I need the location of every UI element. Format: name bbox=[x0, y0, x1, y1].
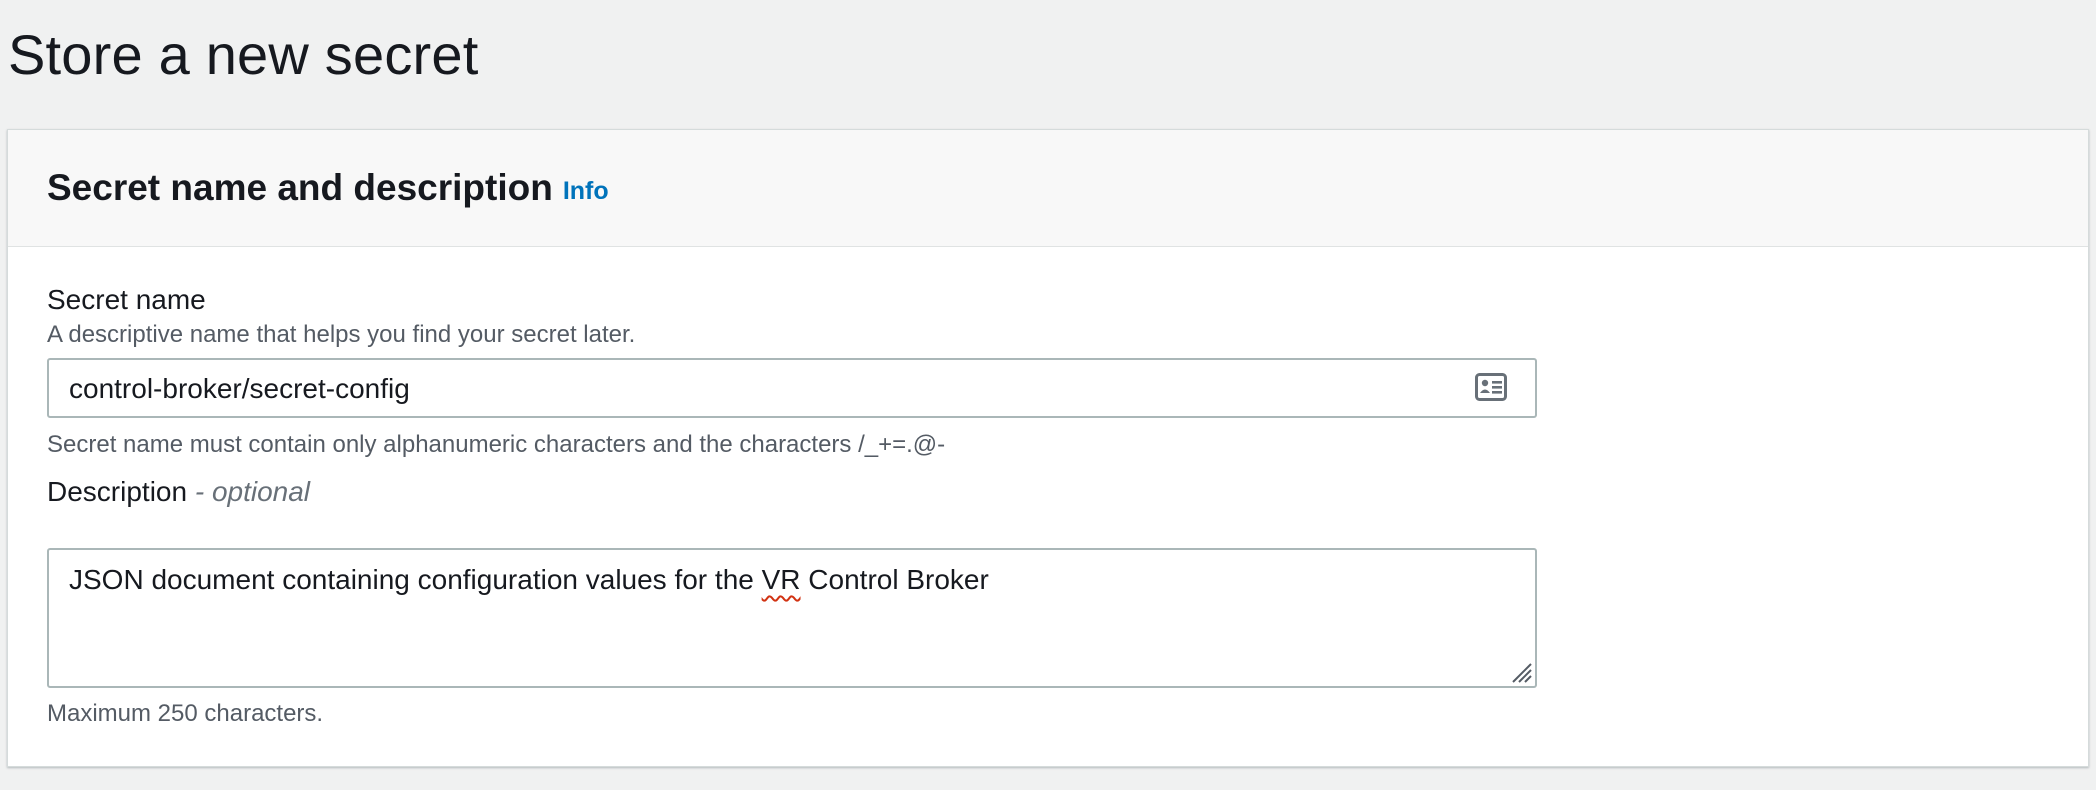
secret-name-constraint: Secret name must contain only alphanumer… bbox=[47, 431, 946, 458]
secret-name-description: A descriptive name that helps you find y… bbox=[47, 321, 636, 348]
secret-name-label: Secret name bbox=[47, 284, 206, 315]
secret-name-value: control-broker/secret-config bbox=[69, 373, 410, 404]
info-link[interactable]: Info bbox=[563, 177, 609, 206]
secret-details-panel: Secret name and description Info Secret … bbox=[7, 129, 2089, 767]
spellcheck-flagged-word: VR bbox=[761, 564, 801, 595]
secret-name-input[interactable]: control-broker/secret-config bbox=[47, 358, 1537, 418]
description-label: Description - optional bbox=[47, 476, 310, 508]
description-textarea[interactable]: JSON document containing configuration v… bbox=[47, 548, 1537, 688]
panel-title: Secret name and description bbox=[47, 167, 553, 208]
description-constraint: Maximum 250 characters. bbox=[47, 700, 324, 727]
description-label-text: Description bbox=[47, 476, 188, 507]
contact-card-icon[interactable] bbox=[1475, 373, 1507, 401]
resize-handle-icon[interactable] bbox=[1509, 660, 1533, 684]
description-value: JSON document containing configuration v… bbox=[69, 564, 989, 595]
panel-header: Secret name and description Info bbox=[8, 130, 2088, 247]
page-title: Store a new secret bbox=[8, 23, 479, 86]
optional-tag: - optional bbox=[194, 476, 311, 507]
